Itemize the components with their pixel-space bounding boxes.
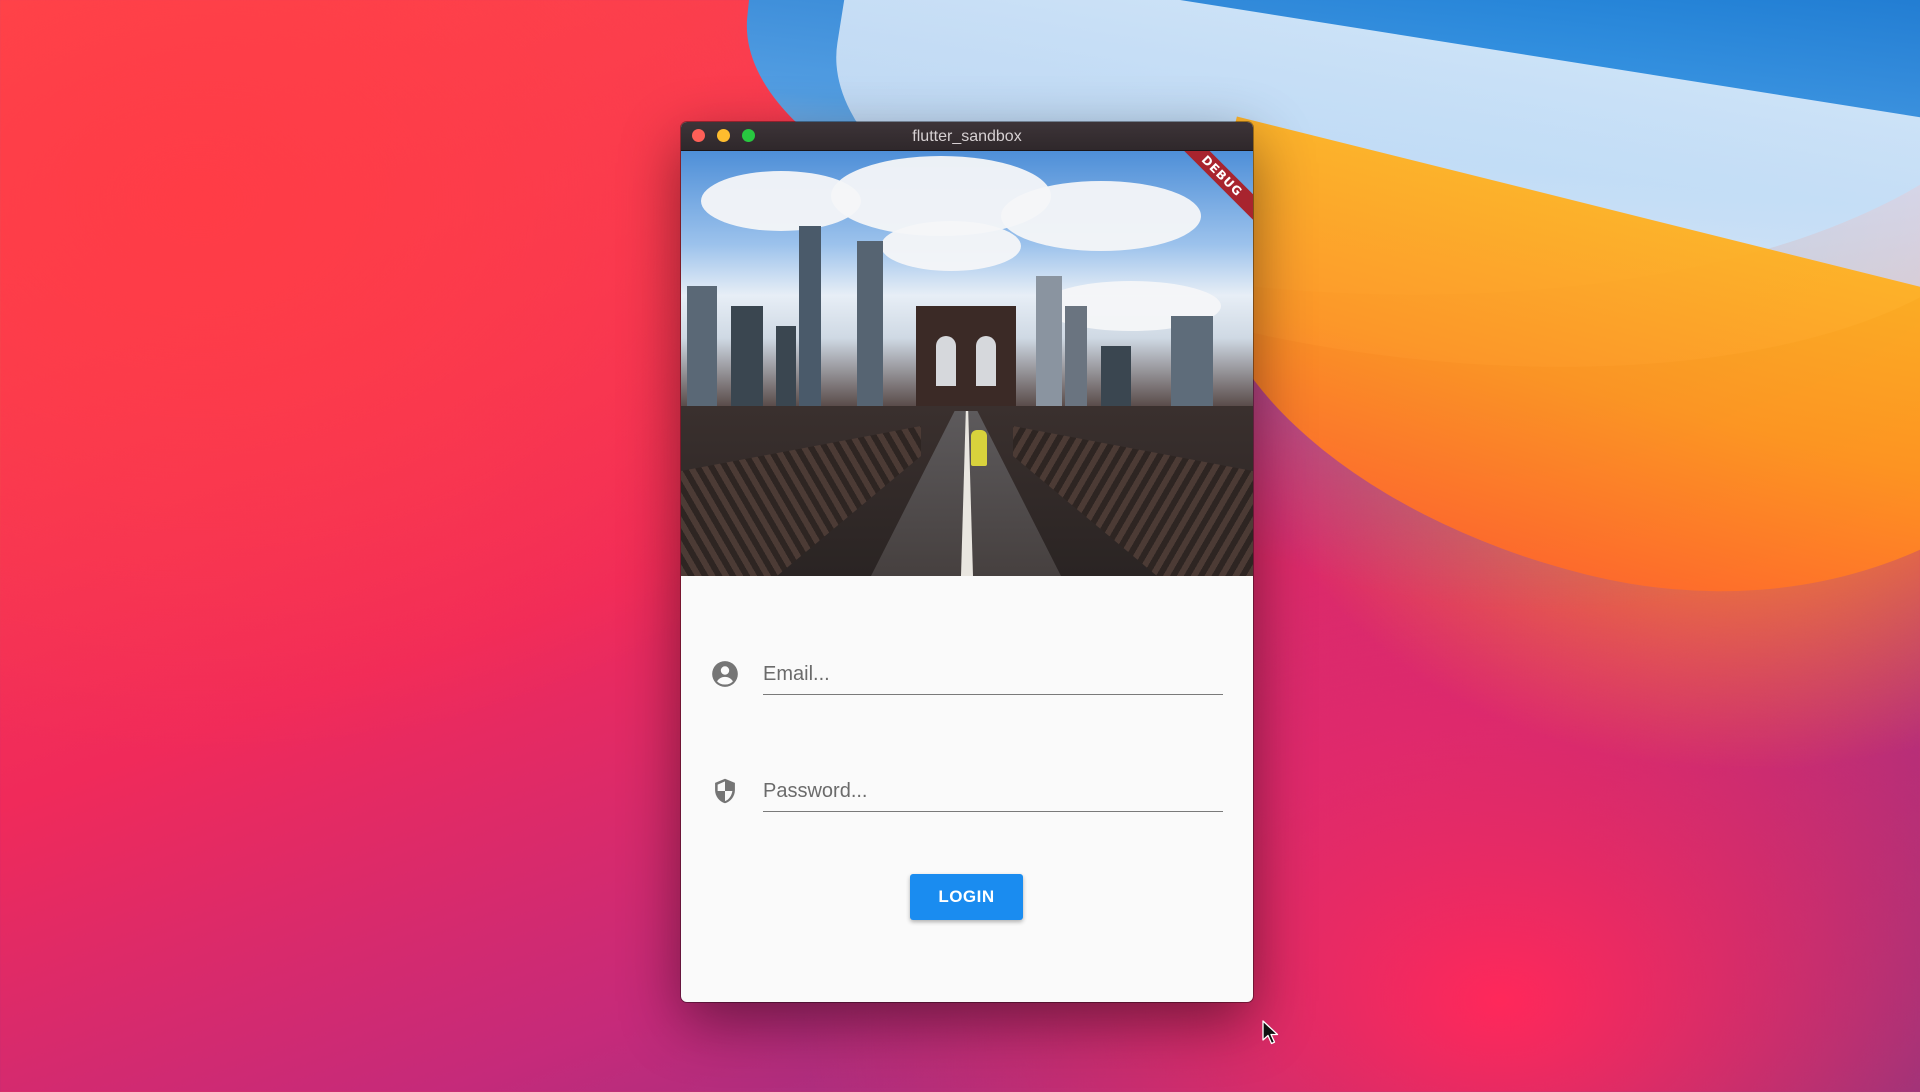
login-button[interactable]: LOGIN: [910, 874, 1023, 920]
hero-image-bridge: DEBUG: [681, 151, 1253, 576]
password-field-row: [711, 763, 1223, 823]
login-form: LOGIN: [681, 576, 1253, 1002]
account-circle-icon: [712, 661, 738, 687]
email-field-row: [711, 646, 1223, 706]
person-figure: [971, 430, 987, 466]
mouse-cursor-icon: [1262, 1020, 1279, 1045]
app-window: flutter_sandbox DEBUG Email... LOGIN: [681, 122, 1253, 1002]
password-input[interactable]: [763, 771, 1223, 812]
window-title: flutter_sandbox: [912, 128, 1022, 145]
shield-icon: [715, 778, 735, 804]
email-input[interactable]: [763, 654, 1223, 695]
title-bar[interactable]: flutter_sandbox: [681, 122, 1253, 151]
